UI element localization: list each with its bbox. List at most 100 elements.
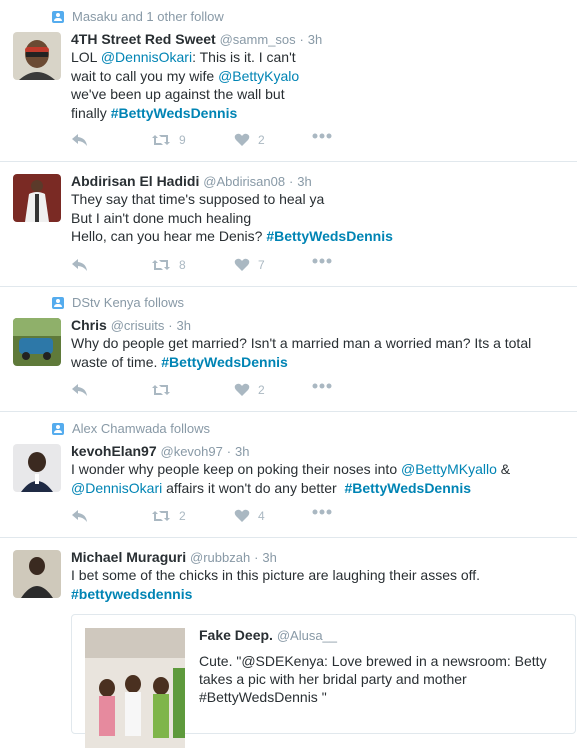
more-icon xyxy=(312,258,332,264)
author-name[interactable]: Abdirisan El Hadidi xyxy=(71,173,199,189)
retweet-button[interactable]: 8 xyxy=(151,258,186,272)
avatar[interactable] xyxy=(13,444,61,492)
hashtag-link[interactable]: #bettywedsdennis xyxy=(71,586,192,602)
reply-icon xyxy=(72,134,87,146)
tweet-actions: 2 4 xyxy=(71,509,351,525)
reply-button[interactable] xyxy=(71,509,89,523)
separator-dot: · xyxy=(299,32,304,47)
timestamp[interactable]: 3h xyxy=(308,32,322,47)
retweet-button[interactable]: 2 xyxy=(151,509,186,523)
mention-link[interactable]: @DennisOkari xyxy=(71,480,162,496)
timestamp[interactable]: 3h xyxy=(262,550,276,565)
tweet-header: kevohElan97 @kevoh97 · 3h xyxy=(71,443,249,459)
author-name[interactable]: kevohElan97 xyxy=(71,443,157,459)
tweet-5[interactable]: Michael Muraguri @rubbzah · 3h I bet som… xyxy=(0,538,577,748)
reply-button[interactable] xyxy=(71,133,89,147)
retweet-button[interactable]: 9 xyxy=(151,133,186,147)
retweet-button[interactable] xyxy=(151,383,179,397)
follow-context-icon xyxy=(52,10,64,23)
more-icon xyxy=(312,383,332,389)
text-run: wait to call you my wife xyxy=(71,67,219,84)
text-run: LOL xyxy=(71,49,101,65)
text-run: waste of time. xyxy=(71,353,162,370)
like-button[interactable]: 2 xyxy=(234,383,265,397)
more-icon xyxy=(312,509,332,515)
quoted-author-name[interactable]: Fake Deep. xyxy=(199,627,273,643)
more-button[interactable] xyxy=(312,383,332,389)
text-run: I wonder why people keep on poking their… xyxy=(71,461,401,477)
tweet-text: Why do people get married? Isn't a marri… xyxy=(71,334,571,371)
heart-icon xyxy=(234,509,250,522)
tweet-text: LOL @DennisOkari: This is it. I can't wa… xyxy=(71,48,551,122)
quoted-tweet[interactable]: Fake Deep. @Alusa__ Cute. "@SDEKenya: Lo… xyxy=(71,614,576,748)
tweet-text: I wonder why people keep on poking their… xyxy=(71,460,571,497)
heart-icon xyxy=(234,258,250,271)
author-name[interactable]: 4TH Street Red Sweet xyxy=(71,31,216,47)
social-context: DStv Kenya follows xyxy=(52,295,184,310)
tweet-actions: 8 7 xyxy=(71,258,351,274)
author-handle[interactable]: @kevoh97 xyxy=(161,444,223,459)
avatar[interactable] xyxy=(13,318,61,366)
timestamp[interactable]: 3h xyxy=(297,174,311,189)
more-button[interactable] xyxy=(312,133,332,139)
retweet-count: 8 xyxy=(179,258,186,272)
avatar[interactable] xyxy=(13,174,61,222)
quoted-tweet-text: Cute. "@SDEKenya: Love brewed in a newsr… xyxy=(199,653,547,705)
tweet-actions: 9 2 xyxy=(71,133,351,149)
mention-link[interactable]: @DennisOkari xyxy=(101,49,192,65)
like-button[interactable]: 2 xyxy=(234,133,265,147)
hashtag-link[interactable]: #BettyWedsDennis xyxy=(344,480,471,496)
tweet-header: Chris @crisuits · 3h xyxy=(71,317,191,333)
reply-icon xyxy=(72,259,87,271)
hashtag-link[interactable]: #BettyWedsDennis xyxy=(111,105,238,121)
tweet-header: 4TH Street Red Sweet @samm_sos · 3h xyxy=(71,31,322,47)
tweet-text: I bet some of the chicks in this picture… xyxy=(71,566,571,603)
context-text: Masaku and 1 other follow xyxy=(72,9,224,24)
author-name[interactable]: Michael Muraguri xyxy=(71,549,186,565)
text-run: Hello, can you hear me Denis? xyxy=(71,228,267,244)
tweet-1[interactable]: Masaku and 1 other follow 4TH Street Red… xyxy=(0,0,577,162)
separator-dot: · xyxy=(289,174,294,189)
text-run: & xyxy=(496,461,511,477)
timestamp[interactable]: 3h xyxy=(176,318,190,333)
timestamp[interactable]: 3h xyxy=(235,444,249,459)
more-button[interactable] xyxy=(312,509,332,515)
quoted-tweet-header: Fake Deep. @Alusa__ xyxy=(199,627,337,643)
author-handle[interactable]: @crisuits xyxy=(111,318,165,333)
author-handle[interactable]: @samm_sos xyxy=(220,32,296,47)
separator-dot: · xyxy=(226,444,232,459)
mention-link[interactable]: @BettyKyalo xyxy=(218,68,299,84)
retweet-count: 2 xyxy=(179,509,186,523)
quoted-author-handle[interactable]: @Alusa__ xyxy=(277,628,337,643)
author-handle[interactable]: @rubbzah xyxy=(190,550,250,565)
like-button[interactable]: 4 xyxy=(234,509,265,523)
reply-button[interactable] xyxy=(71,258,89,272)
reply-button[interactable] xyxy=(71,383,89,397)
tweet-4[interactable]: Alex Chamwada follows kevohElan97 @kevoh… xyxy=(0,412,577,538)
like-count: 4 xyxy=(258,509,265,523)
more-button[interactable] xyxy=(312,258,332,264)
text-line: But I ain't done much healing xyxy=(71,209,252,226)
context-text: Alex Chamwada follows xyxy=(72,421,211,436)
text-run: we've been up against the wall but xyxy=(71,86,285,102)
avatar[interactable] xyxy=(13,550,61,598)
tweet-2[interactable]: Abdirisan El Hadidi @Abdirisan08 · 3h Th… xyxy=(0,162,577,287)
tweet-text: They say that time's supposed to heal ya… xyxy=(71,190,551,246)
text-line: Why do people get married? Isn't a marri… xyxy=(71,335,532,351)
mention-link[interactable]: @BettyMKyallo xyxy=(401,461,497,477)
follow-context-icon xyxy=(52,422,64,435)
like-button[interactable]: 7 xyxy=(234,258,265,272)
avatar[interactable] xyxy=(13,32,61,80)
retweet-icon xyxy=(152,260,170,270)
reply-icon xyxy=(72,384,87,396)
author-name[interactable]: Chris xyxy=(71,317,107,333)
tweet-actions: 2 xyxy=(71,383,351,399)
separator-dot: · xyxy=(168,318,173,333)
author-handle[interactable]: @Abdirisan08 xyxy=(203,174,285,189)
tweet-3[interactable]: DStv Kenya follows Chris @crisuits · 3h … xyxy=(0,287,577,412)
hashtag-link[interactable]: #BettyWedsDennis xyxy=(161,354,288,370)
follow-context-icon xyxy=(52,296,64,309)
hashtag-link[interactable]: #BettyWedsDennis xyxy=(266,228,393,244)
quoted-tweet-image[interactable] xyxy=(85,628,185,748)
text-run: affairs it won't do any better xyxy=(162,479,345,496)
